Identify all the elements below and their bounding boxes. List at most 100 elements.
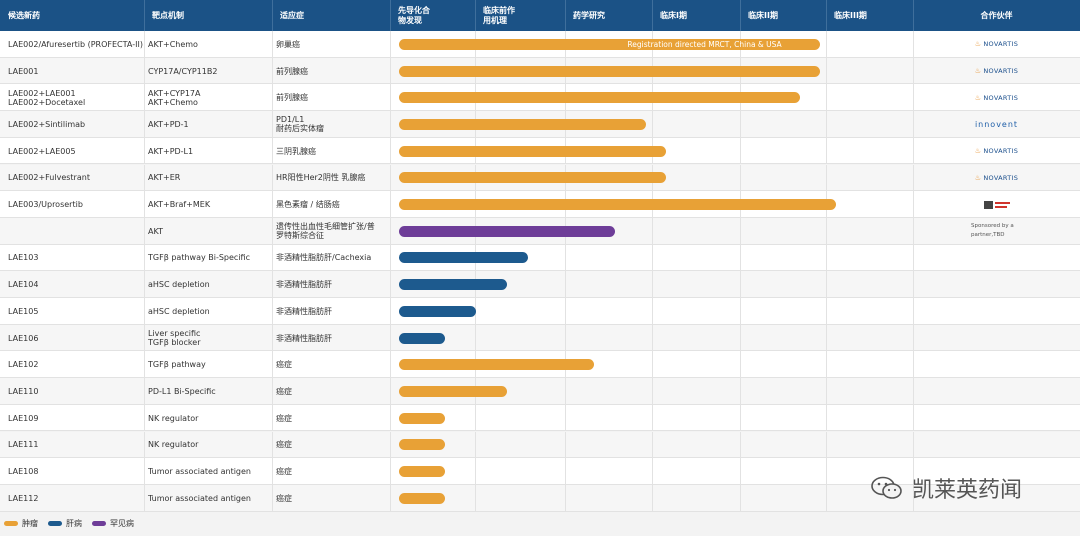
table-row: LAE106 Liver specific TGFβ blocker 非酒精性脂肪肝 [0, 324, 1080, 352]
mechanism: AKT [148, 226, 163, 236]
column-separator [652, 484, 653, 512]
header-separator [565, 0, 566, 31]
column-separator [652, 458, 653, 485]
partner-novartis-logo: ♨ NOVARTIS [913, 138, 1080, 165]
column-separator [390, 31, 391, 58]
column-separator [144, 191, 145, 218]
legend-label: 肿瘤 [22, 518, 38, 528]
column-separator [272, 31, 273, 58]
column-separator [913, 244, 914, 272]
table-row: LAE002+LAE001 LAE002+Docetaxel AKT+CYP17A… [0, 84, 1080, 112]
drug-name: LAE106 [8, 333, 39, 343]
column-separator [390, 191, 391, 218]
indication: 癌症 [276, 493, 292, 503]
header-cell: 临床I期 [660, 10, 687, 20]
column-separator [740, 324, 741, 352]
progress-bar [399, 439, 446, 451]
column-separator [390, 378, 391, 405]
mechanism: AKT+ER [148, 173, 181, 183]
progress-bar [399, 145, 667, 157]
column-separator [390, 404, 391, 432]
column-separator [740, 484, 741, 512]
column-separator [144, 484, 145, 512]
indication: 癌症 [276, 467, 292, 477]
column-separator [144, 217, 145, 245]
column-separator [144, 458, 145, 485]
column-separator [272, 271, 273, 298]
column-separator [272, 351, 273, 379]
column-separator [826, 431, 827, 459]
flame-icon: ♨ [974, 173, 982, 182]
legend-label: 肝病 [66, 518, 82, 528]
column-separator [475, 324, 476, 352]
novartis-text: NOVARTIS [983, 147, 1019, 156]
column-separator [826, 351, 827, 379]
header-cell: 临床前作 用机理 [483, 5, 515, 25]
column-separator [826, 324, 827, 352]
column-separator [826, 484, 827, 512]
indication: 卵巢癌 [276, 39, 300, 49]
header-cell: 适应症 [280, 10, 304, 20]
mechanism: AKT+CYP17A AKT+Chemo [148, 88, 201, 107]
column-separator [144, 404, 145, 432]
header-separator [272, 0, 273, 31]
flame-icon: ♨ [974, 67, 982, 76]
partner-novartis-logo: ♨ NOVARTIS [913, 58, 1080, 85]
progress-bar [399, 332, 446, 344]
column-separator [144, 298, 145, 325]
column-separator [272, 378, 273, 405]
header-cell: 临床III期 [834, 10, 867, 20]
column-separator [144, 111, 145, 138]
column-separator [913, 431, 914, 459]
table-row: LAE002/Afuresertib (PROFECTA-II) AKT+Chem… [0, 31, 1080, 58]
column-separator [144, 351, 145, 379]
drug-name: LAE109 [8, 413, 39, 423]
legend: 肿瘤 肝病 罕见病 [4, 516, 144, 530]
column-separator [390, 298, 391, 325]
column-separator [390, 484, 391, 512]
drug-name [8, 218, 144, 245]
column-separator [390, 111, 391, 138]
partner-novartis-logo: ♨ NOVARTIS [913, 31, 1080, 58]
column-separator [272, 298, 273, 325]
column-separator [826, 111, 827, 138]
column-separator [652, 431, 653, 459]
indication: 癌症 [276, 360, 292, 370]
mechanism: CYP17A/CYP11B2 [148, 66, 218, 76]
table-row: LAE002+LAE005 AKT+PD-L1 三阴乳腺癌 ♨ NOVARTIS [0, 137, 1080, 165]
column-separator [144, 164, 145, 192]
column-separator [826, 217, 827, 245]
novartis-text: NOVARTIS [983, 67, 1019, 76]
column-separator [272, 111, 273, 138]
column-separator [565, 378, 566, 405]
header-separator [826, 0, 827, 31]
progress-bar [399, 92, 800, 104]
header-cell: 临床II期 [748, 10, 778, 20]
column-separator [272, 404, 273, 432]
indication: 三阴乳腺癌 [276, 146, 316, 156]
mechanism: aHSC depletion [148, 280, 210, 290]
table-row: LAE002+Fulvestrant AKT+ER HR阳性Her2阴性 乳腺癌 ♨ N… [0, 164, 1080, 192]
header-cell: 靶点机制 [152, 10, 184, 20]
column-separator [565, 298, 566, 325]
column-separator [913, 351, 914, 379]
column-separator [272, 431, 273, 459]
indication: 非酒精性脂肪肝/Cachexia [276, 253, 372, 263]
progress-bar [399, 252, 528, 264]
header-separator [652, 0, 653, 31]
mechanism: Tumor associated antigen [148, 467, 251, 477]
header-cell: 药学研究 [573, 10, 605, 20]
column-separator [390, 84, 391, 112]
column-separator [144, 271, 145, 298]
indication: 癌症 [276, 386, 292, 396]
table-row: LAE003/Uprosertib AKT+Braf+MEK 黑色素瘤 / 结肠癌 [0, 191, 1080, 218]
drug-name: LAE111 [8, 440, 39, 450]
column-separator [390, 271, 391, 298]
column-separator [390, 244, 391, 272]
header-separator [144, 0, 145, 31]
drug-name: LAE110 [8, 386, 39, 396]
column-separator [565, 324, 566, 352]
table-row: LAE002+Sintilimab AKT+PD-1 PD1/L1 耐药后实体瘤 in… [0, 111, 1080, 138]
indication: 遗传性出血性毛细管扩张/普 罗特斯综合征 [276, 222, 375, 241]
mechanism: aHSC depletion [148, 306, 210, 316]
